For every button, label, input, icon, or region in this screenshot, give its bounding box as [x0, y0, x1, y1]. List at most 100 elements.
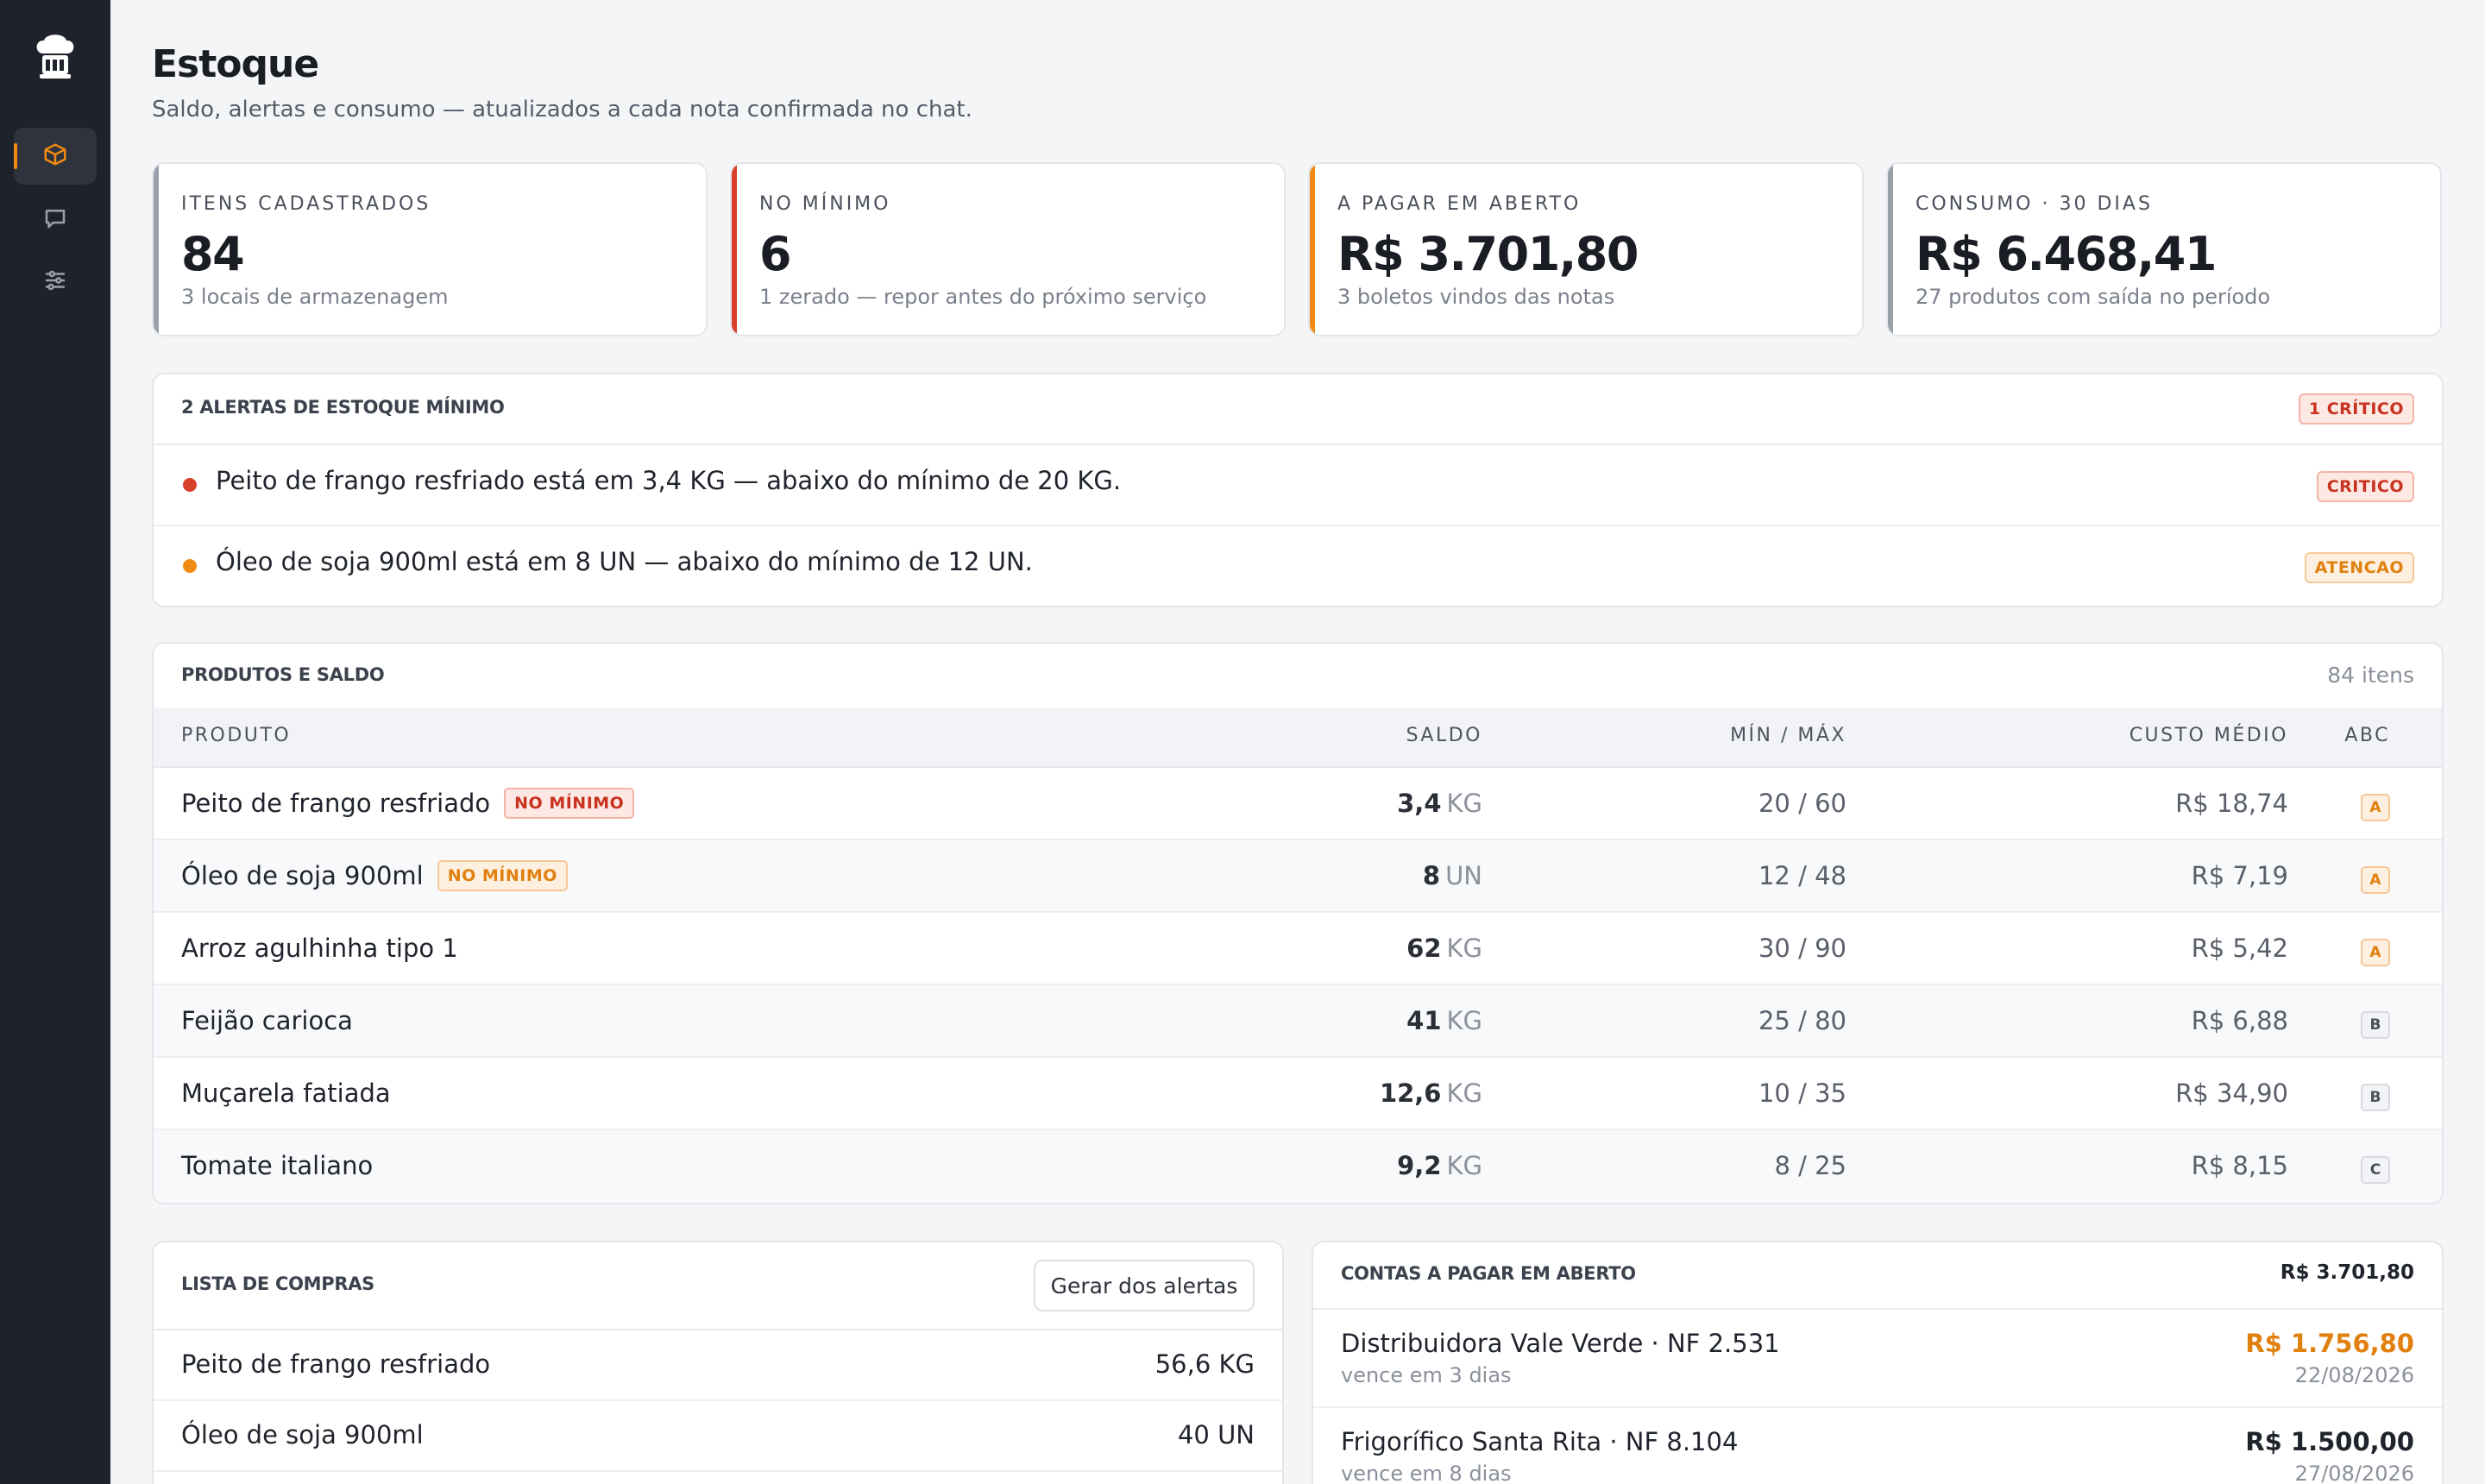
saldo-unit: KG — [1446, 934, 1483, 963]
custo-medio-cell: R$ 5,42 — [2191, 934, 2288, 963]
payable-date: 27/08/2026 — [2294, 1462, 2414, 1484]
shopping-list-header: Lista de compras Gerar dos alertas — [154, 1242, 1282, 1330]
custo-medio-cell: R$ 18,74 — [2175, 789, 2288, 818]
list-item[interactable]: Óleo de soja 900ml 40 UN — [154, 1401, 1282, 1472]
box-icon — [42, 141, 68, 171]
col-abc[interactable]: ABC — [2344, 725, 2390, 746]
generate-from-alerts-button[interactable]: Gerar dos alertas — [1034, 1260, 1255, 1311]
chef-hat-logo-icon[interactable] — [33, 31, 78, 81]
products-header: Produtos e saldo 84 itens — [154, 644, 2442, 707]
min-max-cell: 30 / 90 — [1758, 934, 1846, 963]
saldo-unit: KG — [1446, 1078, 1483, 1108]
payable-supplier: Frigorífico Santa Rita · NF 8.104 — [1341, 1427, 1739, 1456]
saldo-cell: 62 KG — [1406, 932, 1482, 965]
chat-icon — [42, 205, 68, 235]
payables-total: R$ 3.701,80 — [2280, 1261, 2414, 1284]
alert-item[interactable]: Peito de frango resfriado está em 3,4 KG… — [154, 445, 2442, 526]
shopping-list-panel: Lista de compras Gerar dos alertas Peito… — [152, 1241, 1284, 1484]
nav-settings[interactable] — [14, 254, 97, 311]
kpi-label: Itens cadastrados — [181, 193, 431, 215]
product-name: Muçarela fatiada — [181, 1078, 391, 1108]
payable-supplier: Distribuidora Vale Verde · NF 2.531 — [1341, 1329, 1780, 1358]
custo-medio-cell: R$ 6,88 — [2191, 1006, 2288, 1035]
table-row[interactable]: Muçarela fatiada 12,6 KG 10 / 35 R$ 34,90 B — [154, 1058, 2442, 1130]
kpi-value: 6 — [759, 227, 792, 281]
payable-item[interactable]: Distribuidora Vale Verde · NF 2.531 venc… — [1313, 1310, 2442, 1408]
no-minimo-badge: No mínimo — [504, 788, 635, 819]
alerts-header: 2 alertas de estoque mínimo 1 crítico — [154, 374, 2442, 445]
table-row[interactable]: Tomate italiano 9,2 KG 8 / 25 R$ 8,15 C — [154, 1130, 2442, 1203]
saldo-unit: KG — [1446, 1006, 1483, 1035]
kpi-card-no-minimo: No mínimo 6 1 zerado — repor antes do pr… — [730, 162, 1286, 336]
saldo-value: 62 — [1406, 934, 1442, 963]
payables-panel: Contas a pagar em aberto R$ 3.701,80 Dis… — [1312, 1241, 2444, 1484]
custo-medio-cell: R$ 7,19 — [2191, 861, 2288, 890]
alert-item[interactable]: Óleo de soja 900ml está em 8 UN — abaixo… — [154, 526, 2442, 606]
col-produto[interactable]: Produto — [181, 725, 291, 746]
min-max-cell: 10 / 35 — [1758, 1078, 1846, 1108]
list-item[interactable]: Peito de frango resfriado 56,6 KG — [154, 1330, 1282, 1401]
kpi-label: Consumo · 30 dias — [1916, 193, 2153, 215]
products-title: Produtos e saldo — [181, 664, 385, 685]
shopping-list-title: Lista de compras — [181, 1273, 374, 1294]
sliders-icon — [42, 267, 68, 297]
kpi-subtext: 3 locais de armazenagem — [181, 285, 449, 309]
payable-amount: R$ 1.756,80 — [2245, 1329, 2414, 1358]
products-panel: Produtos e saldo 84 itens Produto Saldo … — [152, 642, 2444, 1204]
min-max-cell: 8 / 25 — [1774, 1151, 1846, 1180]
products-count: 84 itens — [2327, 663, 2414, 688]
alert-dot — [183, 478, 197, 492]
list-item-qty: 40 UN — [1177, 1420, 1255, 1449]
list-item-name: Peito de frango resfriado — [181, 1349, 491, 1379]
product-name-cell: Muçarela fatiada — [181, 1077, 391, 1110]
product-name-cell: Arroz agulhinha tipo 1 — [181, 932, 458, 965]
sidebar — [0, 0, 110, 1484]
payable-due: vence em 8 dias — [1341, 1462, 1512, 1484]
abc-class-badge: A — [2361, 794, 2390, 821]
product-name-cell: Peito de frango resfriado No mínimo — [181, 787, 635, 820]
saldo-cell: 3,4 KG — [1397, 787, 1482, 820]
product-name: Feijão carioca — [181, 1006, 353, 1035]
abc-class-badge: B — [2361, 1011, 2390, 1039]
saldo-value: 41 — [1406, 1006, 1442, 1035]
alerts-panel: 2 alertas de estoque mínimo 1 crítico Pe… — [152, 373, 2444, 607]
kpi-subtext: 1 zerado — repor antes do próximo serviç… — [759, 285, 1207, 309]
col-min-max[interactable]: Mín / Máx — [1730, 725, 1846, 746]
kpi-label: No mínimo — [759, 193, 891, 215]
saldo-unit: UN — [1445, 861, 1482, 890]
page-subtitle: Saldo, alertas e consumo — atualizados a… — [152, 97, 972, 123]
col-saldo[interactable]: Saldo — [1406, 725, 1482, 746]
saldo-value: 9,2 — [1397, 1151, 1442, 1180]
kpi-subtext: 3 boletos vindos das notas — [1337, 285, 1615, 309]
payable-amount: R$ 1.500,00 — [2245, 1427, 2414, 1456]
alert-text: Peito de frango resfriado está em 3,4 KG… — [216, 466, 1122, 495]
payable-due: vence em 3 dias — [1341, 1363, 1512, 1387]
nav-chat[interactable] — [14, 192, 97, 248]
custo-medio-cell: R$ 8,15 — [2191, 1151, 2288, 1180]
nav-estoque[interactable] — [14, 128, 97, 185]
product-name: Tomate italiano — [181, 1151, 374, 1180]
abc-class-badge: B — [2361, 1084, 2390, 1111]
saldo-unit: KG — [1446, 1151, 1483, 1180]
alert-text: Óleo de soja 900ml está em 8 UN — abaixo… — [216, 547, 1033, 576]
saldo-cell: 8 UN — [1423, 859, 1482, 892]
table-row[interactable]: Peito de frango resfriado No mínimo 3,4 KG 2… — [154, 768, 2442, 840]
kpi-value: 84 — [181, 227, 245, 281]
product-name: Arroz agulhinha tipo 1 — [181, 934, 458, 963]
kpi-card-itens: Itens cadastrados 84 3 locais de armazen… — [152, 162, 708, 336]
page-title: Estoque — [152, 42, 319, 86]
kpi-accent-bar — [1310, 164, 1315, 335]
table-row[interactable]: Arroz agulhinha tipo 1 62 KG 30 / 90 R$ 5,42… — [154, 913, 2442, 985]
saldo-unit: KG — [1446, 789, 1483, 818]
list-item-name: Óleo de soja 900ml — [181, 1420, 424, 1449]
list-item-qty: 56,6 KG — [1154, 1349, 1255, 1379]
payable-item[interactable]: Frigorífico Santa Rita · NF 8.104 vence … — [1313, 1408, 2442, 1484]
table-row[interactable]: Óleo de soja 900ml No mínimo 8 UN 12 / 48 R$ … — [154, 840, 2442, 913]
table-row[interactable]: Feijão carioca 41 KG 25 / 80 R$ 6,88 B — [154, 985, 2442, 1058]
col-custo-medio[interactable]: Custo médio — [2130, 725, 2288, 746]
alert-dot — [183, 559, 197, 573]
min-max-cell: 25 / 80 — [1758, 1006, 1846, 1035]
saldo-cell: 9,2 KG — [1397, 1149, 1482, 1182]
product-name-cell: Tomate italiano — [181, 1149, 373, 1182]
kpi-accent-bar — [1888, 164, 1893, 335]
